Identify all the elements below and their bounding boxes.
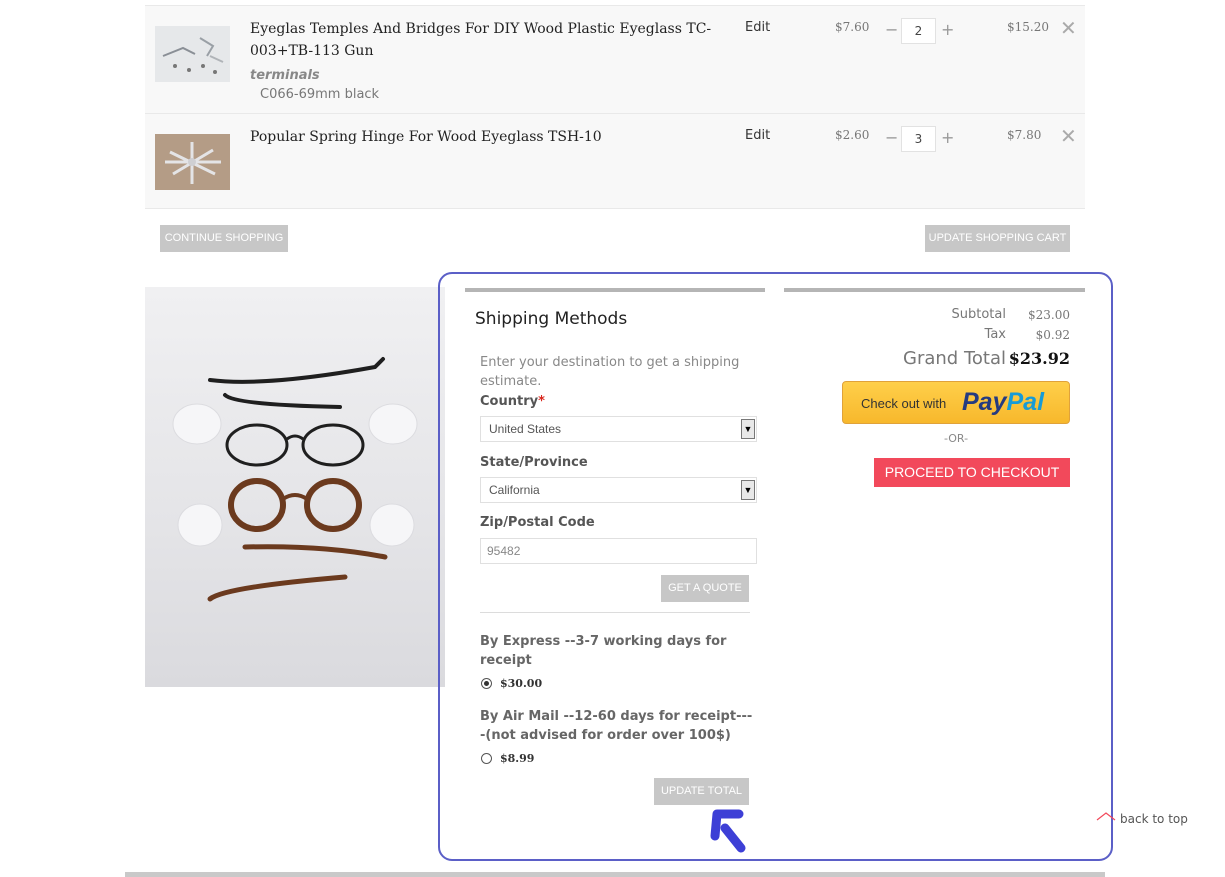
quantity-input[interactable]: 3 bbox=[901, 126, 936, 152]
product-name[interactable]: Popular Spring Hinge For Wood Eyeglass T… bbox=[250, 126, 720, 148]
eyeglasses-illustration bbox=[172, 357, 418, 602]
paypal-checkout-button[interactable]: Check out with PayPal bbox=[842, 381, 1070, 424]
subtotal-value: $23.00 bbox=[1028, 308, 1070, 322]
cart-item-row: Popular Spring Hinge For Wood Eyeglass T… bbox=[145, 113, 1085, 209]
pointer-arrow-icon bbox=[710, 809, 746, 853]
paypal-logo: PayPal bbox=[962, 388, 1045, 416]
product-name[interactable]: Eyeglas Temples And Bridges For DIY Wood… bbox=[250, 18, 720, 62]
qty-increase-button[interactable]: + bbox=[941, 128, 954, 147]
country-select[interactable]: United States ▼ bbox=[480, 416, 757, 442]
remove-item-icon[interactable]: ✕ bbox=[1060, 124, 1077, 148]
zip-label: Zip/Postal Code bbox=[480, 515, 595, 530]
paypal-prefix: Check out with bbox=[861, 396, 947, 411]
option-label: terminals bbox=[250, 68, 320, 83]
tax-label: Tax bbox=[984, 327, 1006, 342]
state-value: California bbox=[489, 483, 540, 497]
update-shopping-cart-button[interactable]: UPDATE SHOPPING CART bbox=[925, 225, 1070, 252]
remove-item-icon[interactable]: ✕ bbox=[1060, 16, 1077, 40]
qty-increase-button[interactable]: + bbox=[941, 20, 954, 39]
country-label: Country* bbox=[480, 394, 545, 409]
row-total: $15.20 bbox=[1007, 20, 1049, 34]
grand-total-label: Grand Total bbox=[903, 348, 1006, 369]
get-quote-button[interactable]: GET A QUOTE bbox=[661, 575, 749, 602]
proceed-to-checkout-button[interactable]: PROCEED TO CHECKOUT bbox=[874, 458, 1070, 487]
promo-image bbox=[145, 287, 445, 687]
back-to-top-link[interactable]: back to top bbox=[1096, 809, 1188, 826]
tax-value: $0.92 bbox=[1035, 328, 1070, 342]
continue-shopping-button[interactable]: CONTINUE SHOPPING bbox=[160, 225, 288, 252]
shipping-method-radio[interactable] bbox=[481, 753, 492, 764]
country-value: United States bbox=[489, 422, 562, 436]
unit-price: $2.60 bbox=[835, 128, 870, 142]
product-thumbnail[interactable] bbox=[155, 26, 230, 82]
required-mark: * bbox=[538, 394, 545, 409]
back-to-top-label: back to top bbox=[1120, 812, 1188, 826]
divider bbox=[480, 612, 750, 613]
or-separator: -OR- bbox=[943, 432, 969, 445]
section-divider bbox=[784, 288, 1085, 292]
update-total-button[interactable]: UPDATE TOTAL bbox=[654, 778, 749, 805]
dropdown-arrow-icon[interactable]: ▼ bbox=[741, 480, 755, 500]
row-total: $7.80 bbox=[1007, 128, 1042, 142]
unit-price: $7.60 bbox=[835, 20, 870, 34]
dropdown-arrow-icon[interactable]: ▼ bbox=[741, 419, 755, 439]
shipping-method-price: $30.00 bbox=[500, 677, 543, 690]
shipping-method-name: By Express --3-7 working days for receip… bbox=[480, 634, 727, 668]
subtotal-label: Subtotal bbox=[951, 307, 1006, 322]
state-label: State/Province bbox=[480, 455, 588, 470]
chevron-up-icon bbox=[1096, 809, 1116, 823]
qty-decrease-button[interactable]: − bbox=[885, 128, 898, 147]
shipping-description: Enter your destination to get a shipping… bbox=[480, 355, 740, 389]
state-select[interactable]: California ▼ bbox=[480, 477, 757, 503]
section-divider bbox=[465, 288, 765, 292]
shipping-method-name: By Air Mail --12-60 days for receipt----… bbox=[480, 709, 753, 743]
footer-divider bbox=[125, 872, 1105, 877]
shipping-method-price: $8.99 bbox=[500, 752, 535, 765]
cart-item-row: Eyeglas Temples And Bridges For DIY Wood… bbox=[145, 5, 1085, 113]
quantity-input[interactable]: 2 bbox=[901, 18, 936, 44]
qty-decrease-button[interactable]: − bbox=[885, 20, 898, 39]
grand-total-value: $23.92 bbox=[1008, 349, 1070, 368]
edit-link[interactable]: Edit bbox=[745, 128, 770, 143]
edit-link[interactable]: Edit bbox=[745, 20, 770, 35]
product-thumbnail[interactable] bbox=[155, 134, 230, 190]
shipping-title: Shipping Methods bbox=[475, 309, 628, 329]
shipping-method-radio[interactable] bbox=[481, 678, 492, 689]
zip-input[interactable]: 95482 bbox=[480, 538, 757, 564]
option-value: C066-69mm black bbox=[260, 87, 380, 102]
